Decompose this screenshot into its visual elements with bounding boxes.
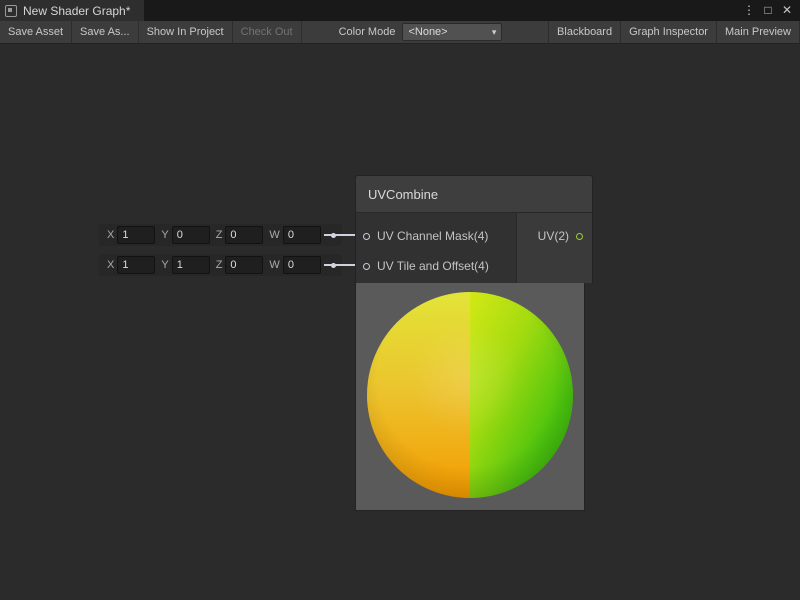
w-field-label: W — [263, 229, 282, 241]
more-menu-icon[interactable]: ⋮ — [741, 0, 757, 21]
sphere-shading — [367, 292, 573, 498]
graph-inspector-button[interactable]: Graph Inspector — [620, 21, 716, 43]
x-field-label: X — [101, 259, 117, 271]
output-port-label: UV(2) — [538, 229, 569, 243]
save-asset-button[interactable]: Save Asset — [0, 21, 72, 43]
color-mode-label: Color Mode — [332, 21, 403, 43]
shader-graph-icon — [5, 5, 17, 17]
y-field-label: Y — [155, 259, 171, 271]
vector-field: X — [101, 256, 155, 274]
toolbar: Save Asset Save As... Show In Project Ch… — [0, 21, 800, 44]
vector-field: Y — [155, 226, 209, 244]
tab-title: New Shader Graph* — [23, 4, 130, 18]
node-input-ports: UV Channel Mask(4) UV Tile and Offset(4) — [356, 213, 516, 283]
window-tab[interactable]: New Shader Graph* — [0, 0, 144, 21]
z-field-label: Z — [210, 259, 226, 271]
node-ports-section: UV Channel Mask(4) UV Tile and Offset(4)… — [355, 213, 593, 283]
preview-sphere — [367, 292, 573, 498]
input-port-label: UV Tile and Offset(4) — [377, 259, 489, 273]
show-in-project-button[interactable]: Show In Project — [139, 21, 233, 43]
input-port-row: UV Tile and Offset(4) — [356, 251, 516, 281]
vector4-input-row-1: X Y Z W — [99, 224, 342, 246]
graph-canvas[interactable]: X Y Z W X Y Z — [0, 44, 800, 600]
x-field-input[interactable] — [117, 226, 155, 244]
x-field-label: X — [101, 229, 117, 241]
node-preview — [355, 283, 585, 511]
save-as-button[interactable]: Save As... — [72, 21, 139, 43]
title-bar: New Shader Graph* ⋮ □ ✕ — [0, 0, 800, 21]
input-port-row: UV Channel Mask(4) — [356, 221, 516, 251]
input-port-label: UV Channel Mask(4) — [377, 229, 488, 243]
input-port-circle[interactable] — [363, 263, 370, 270]
z-field-input[interactable] — [225, 226, 263, 244]
output-port-row: UV(2) — [517, 221, 592, 251]
node-title[interactable]: UVCombine — [355, 175, 593, 213]
output-port-circle[interactable] — [576, 233, 583, 240]
vector4-input-row-2: X Y Z W — [99, 254, 342, 276]
color-mode-value: <None> — [408, 26, 447, 38]
color-mode-dropdown[interactable]: <None> ▾ — [402, 23, 502, 41]
close-icon[interactable]: ✕ — [779, 0, 795, 21]
window-controls: ⋮ □ ✕ — [741, 0, 800, 21]
y-field-input[interactable] — [172, 226, 210, 244]
vector-field: W — [263, 256, 320, 274]
vector-field: W — [263, 226, 320, 244]
w-field-label: W — [263, 259, 282, 271]
z-field-label: Z — [210, 229, 226, 241]
z-field-input[interactable] — [225, 256, 263, 274]
vector-field: Y — [155, 256, 209, 274]
x-field-input[interactable] — [117, 256, 155, 274]
toolbar-right-group: Blackboard Graph Inspector Main Preview — [548, 21, 800, 43]
w-field-input[interactable] — [283, 226, 321, 244]
w-field-input[interactable] — [283, 256, 321, 274]
y-field-input[interactable] — [172, 256, 210, 274]
vector-field: X — [101, 226, 155, 244]
maximize-icon[interactable]: □ — [760, 0, 776, 21]
node-uvcombine[interactable]: UVCombine UV Channel Mask(4) UV Tile and… — [355, 175, 593, 511]
blackboard-button[interactable]: Blackboard — [548, 21, 620, 43]
vector-field: Z — [210, 256, 264, 274]
y-field-label: Y — [155, 229, 171, 241]
main-preview-button[interactable]: Main Preview — [716, 21, 800, 43]
node-output-ports: UV(2) — [516, 213, 592, 283]
vector-field: Z — [210, 226, 264, 244]
check-out-button: Check Out — [233, 21, 302, 43]
input-port-circle[interactable] — [363, 233, 370, 240]
chevron-down-icon: ▾ — [492, 27, 497, 38]
